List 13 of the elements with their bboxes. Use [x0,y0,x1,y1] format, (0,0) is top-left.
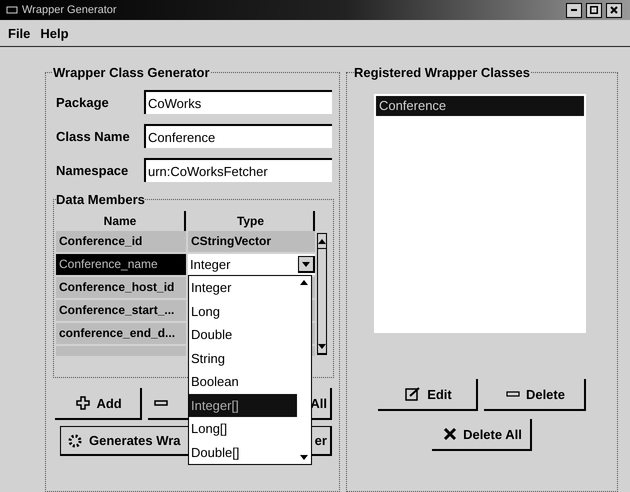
group-title: Wrapper Class Generator [53,65,210,80]
table-cell: CStringVector [188,231,315,252]
field-label: Package [56,94,110,110]
table-cell: Conference_name [56,254,186,275]
table-cell: Conference_host_id [56,277,186,298]
window-title: Wrapper Generator [22,4,118,16]
field-label: Namespace [56,162,130,178]
group-title: Registered Wrapper Classes [354,65,530,80]
group-title: Data Members [56,192,145,207]
table-cell: Conference_id [56,231,186,252]
field-label: Class Name [56,128,131,144]
table-cell: Conference_start_... [56,300,186,321]
table-cell: conference_end_d... [56,323,186,344]
